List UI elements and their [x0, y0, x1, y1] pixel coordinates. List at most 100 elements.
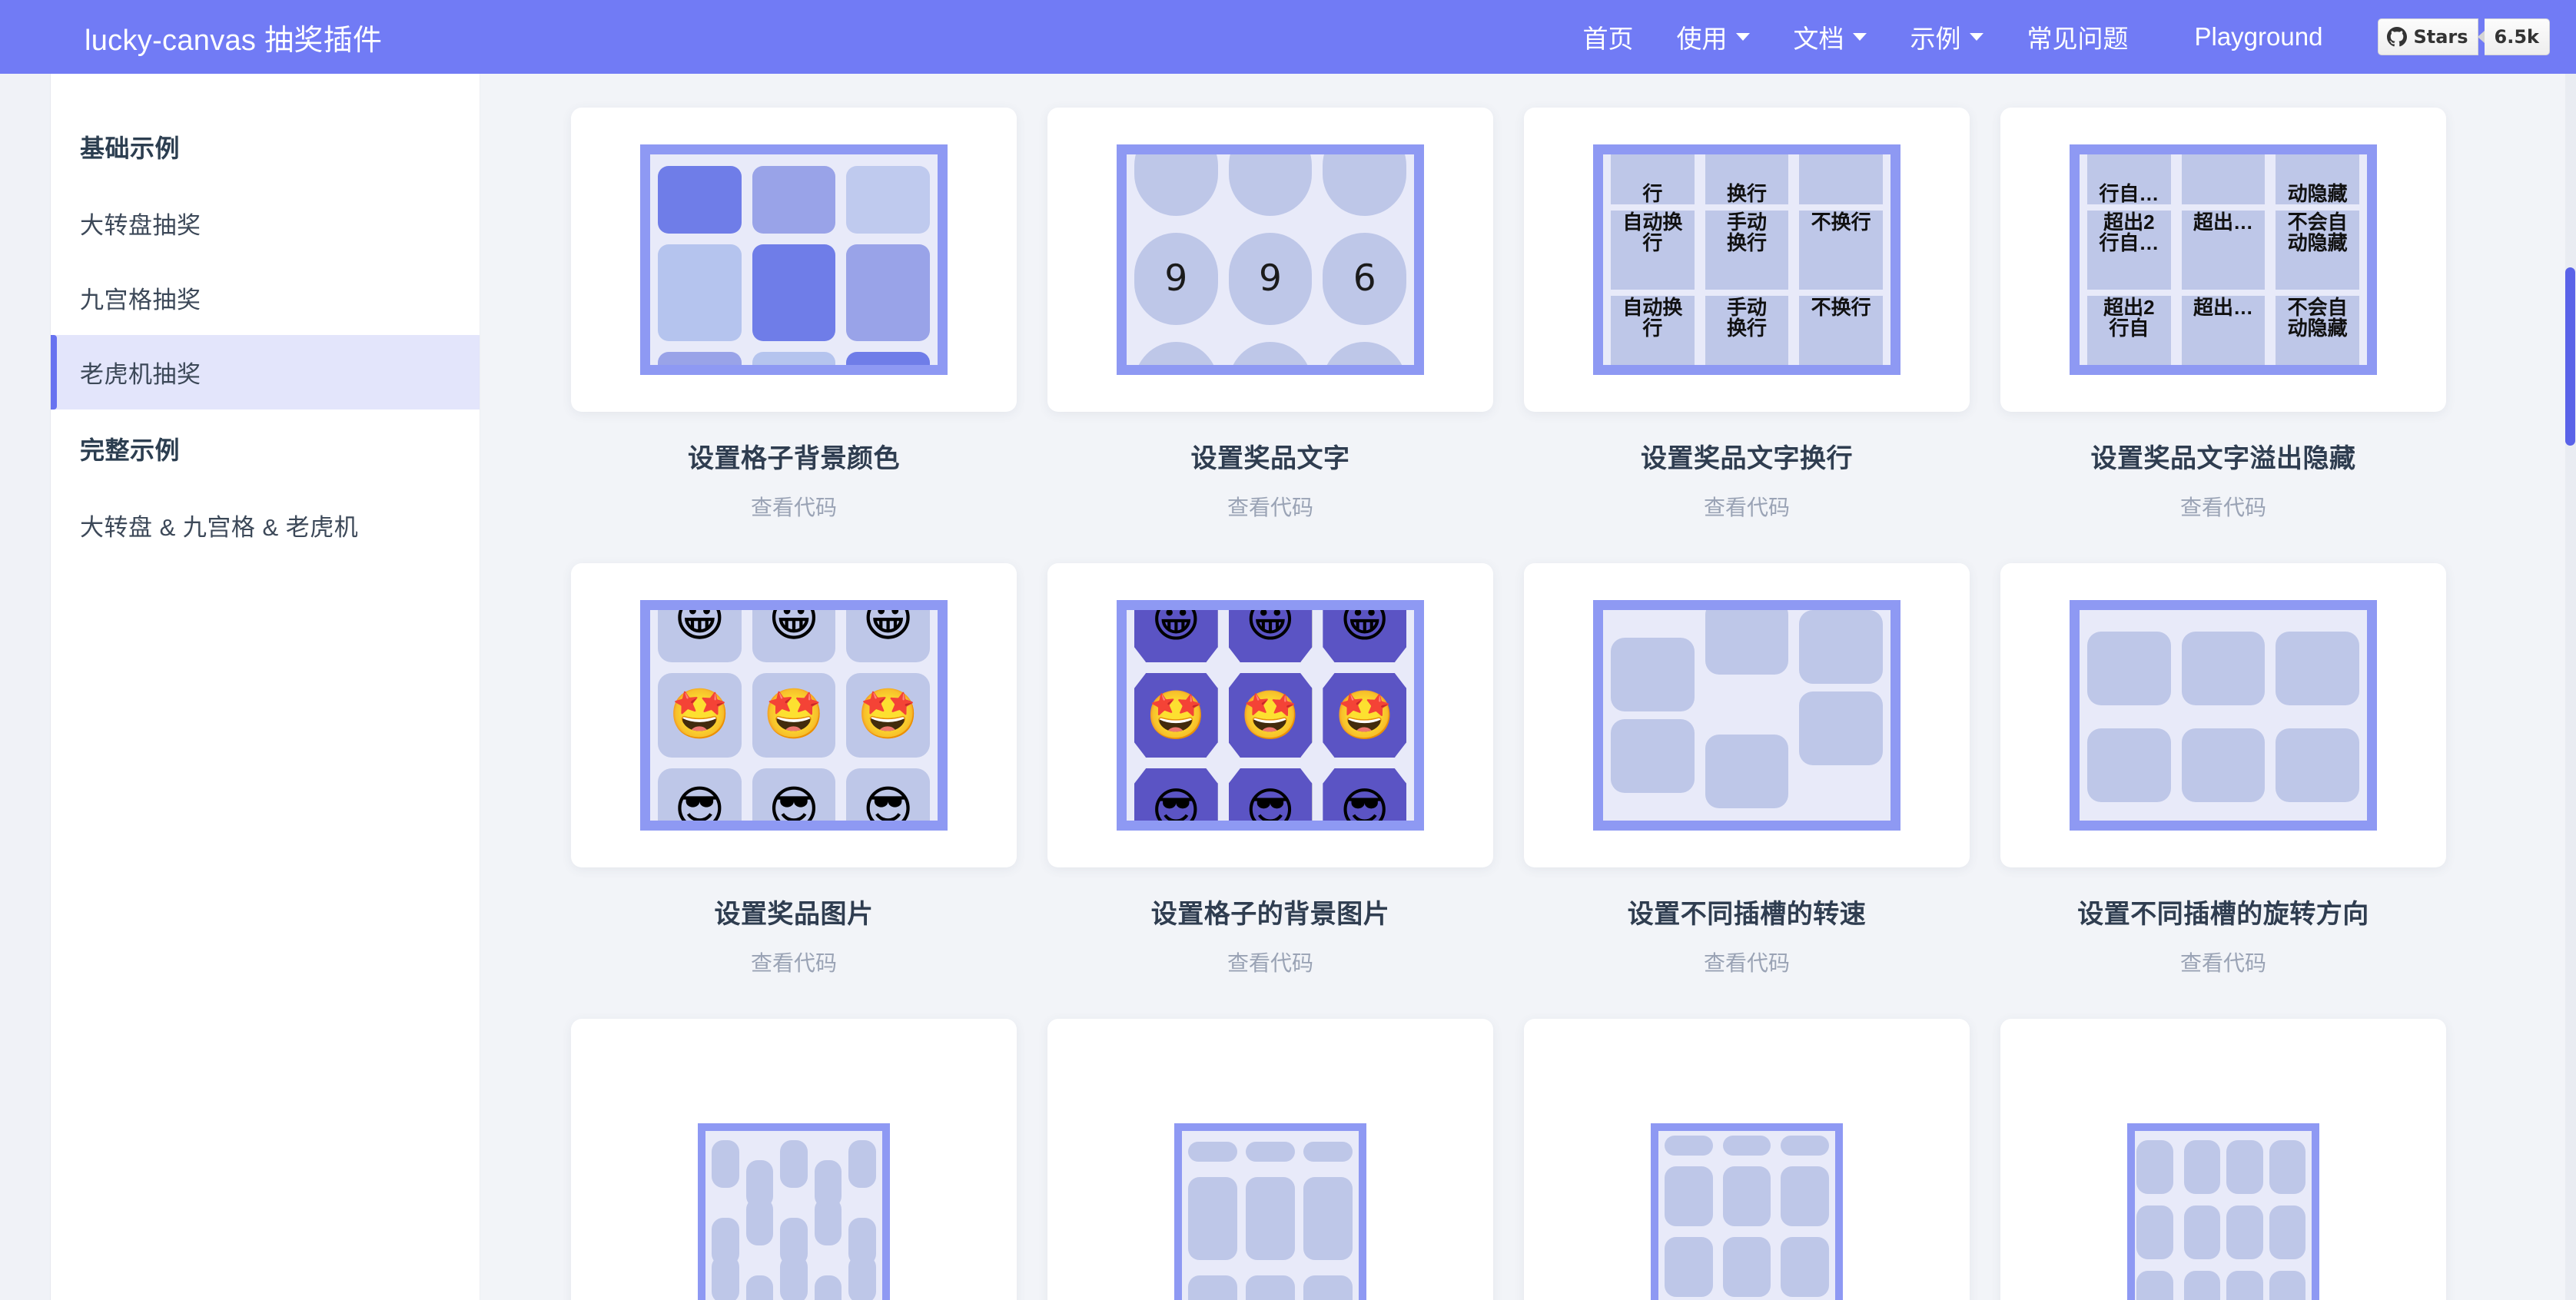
- example-card[interactable]: 设置格子背景颜色 查看代码: [571, 108, 1017, 522]
- view-code-link[interactable]: 查看代码: [2000, 947, 2446, 977]
- slot-cell: [780, 1218, 808, 1265]
- slot-cell: [1228, 154, 1313, 216]
- sidebar-item-grid[interactable]: 九宫格抽奖: [51, 260, 480, 335]
- slot-cell: [658, 352, 742, 365]
- slot-cells: [2135, 1140, 2312, 1300]
- slot-cells: 行 换行 自动换 行 手动 换行 不换行 自动换 行 手动 换行 不换行: [1603, 154, 1891, 365]
- slot-cell-star-eyes-icon: 🤩: [1134, 673, 1218, 758]
- nav-item-docs[interactable]: 文档: [1771, 0, 1888, 74]
- slot-cell: [1722, 1237, 1771, 1297]
- card-title: 设置格子背景颜色: [688, 444, 900, 473]
- nav-item-examples[interactable]: 示例: [1888, 0, 2005, 74]
- nav-item-label: 首页: [1582, 25, 1634, 53]
- example-card[interactable]: 9 9 6 设置奖品文字 查看代码: [1047, 108, 1493, 522]
- slot-machine-preview: 行自… 动隐藏 超出2 行自… 超出… 不会自 动隐藏 超出2 行自 超出… 不…: [2070, 144, 2377, 375]
- slot-inner: [1182, 1131, 1359, 1300]
- example-card[interactable]: 行自… 动隐藏 超出2 行自… 超出… 不会自 动隐藏 超出2 行自 超出… 不…: [2000, 108, 2446, 522]
- slot-cell: [2183, 1271, 2220, 1300]
- card-preview[interactable]: 行 换行 自动换 行 手动 换行 不换行 自动换 行 手动 换行 不换行: [1524, 108, 1970, 412]
- slot-cell: [814, 1160, 842, 1208]
- slot-cell: [1303, 1142, 1353, 1162]
- slot-inner: 行 换行 自动换 行 手动 换行 不换行 自动换 行 手动 换行 不换行: [1603, 154, 1891, 365]
- nav-item-home[interactable]: 首页: [1561, 0, 1655, 74]
- card-preview[interactable]: [1524, 563, 1970, 867]
- example-card[interactable]: 😀 😀 😀 🤩 🤩 🤩 😎 😎 😎: [571, 563, 1017, 977]
- github-stars-button[interactable]: Stars: [2378, 18, 2478, 55]
- slot-cells: 😀 😀 😀 🤩 🤩 🤩 😎 😎 😎: [650, 610, 938, 821]
- slot-cell-sunglasses-icon: 😎: [1134, 768, 1218, 821]
- view-code-link[interactable]: 查看代码: [1047, 947, 1493, 977]
- card-title: 设置不同插槽的转速: [1627, 900, 1867, 929]
- example-card[interactable]: [1524, 1019, 1970, 1300]
- slot-cell: [1246, 1275, 1295, 1300]
- slot-cell: [2183, 1205, 2220, 1259]
- view-code-link[interactable]: 查看代码: [571, 491, 1017, 522]
- example-card[interactable]: [1047, 1019, 1493, 1300]
- slot-cell: [1611, 638, 1695, 711]
- card-preview[interactable]: 行自… 动隐藏 超出2 行自… 超出… 不会自 动隐藏 超出2 行自 超出… 不…: [2000, 108, 2446, 412]
- slot-machine-preview: [640, 144, 948, 375]
- slot-cell-sunglasses-icon: 😎: [846, 768, 930, 821]
- slot-cell-sunglasses-icon: 😎: [752, 768, 836, 821]
- slot-cell-sunglasses-icon: 😎: [658, 768, 742, 821]
- github-stars-badge[interactable]: Stars 6.5k: [2378, 18, 2550, 55]
- card-preview[interactable]: 😀 😀 😀 🤩 🤩 🤩 😎 😎 😎: [571, 563, 1017, 867]
- card-preview[interactable]: [2000, 1019, 2446, 1300]
- sidebar-item-slot-machine[interactable]: 老虎机抽奖: [51, 335, 480, 410]
- slot-machine-preview: [1174, 1123, 1366, 1300]
- example-card[interactable]: 设置不同插槽的转速 查看代码: [1524, 563, 1970, 977]
- example-card[interactable]: [571, 1019, 1017, 1300]
- slot-machine-preview: 😀 😀 😀 🤩 🤩 🤩 😎 😎 😎: [640, 600, 948, 831]
- card-preview[interactable]: [571, 108, 1017, 412]
- card-preview[interactable]: 😀 😀 😀 🤩 🤩 🤩 😎 😎 😎: [1047, 563, 1493, 867]
- view-code-link[interactable]: 查看代码: [1524, 491, 1970, 522]
- slot-cell: [2276, 632, 2359, 705]
- example-card[interactable]: 行 换行 自动换 行 手动 换行 不换行 自动换 行 手动 换行 不换行 设置奖…: [1524, 108, 1970, 522]
- slot-cell: [1188, 1177, 1237, 1260]
- card-preview[interactable]: 9 9 6: [1047, 108, 1493, 412]
- nav-item-usage[interactable]: 使用: [1655, 0, 1771, 74]
- slot-machine-preview: [1651, 1123, 1843, 1300]
- slot-cell-smile-icon: 😀: [1323, 610, 1406, 662]
- slot-cell: 9: [1228, 233, 1313, 325]
- view-code-link[interactable]: 查看代码: [571, 947, 1017, 977]
- card-preview[interactable]: [1524, 1019, 1970, 1300]
- slot-cell: 手动 换行: [1705, 296, 1789, 365]
- slot-cell-smile-icon: 😀: [1228, 610, 1313, 662]
- nav-item-faq[interactable]: 常见问题: [2005, 0, 2149, 74]
- slot-cell-star-eyes-icon: 🤩: [752, 673, 836, 758]
- brand-title[interactable]: lucky-canvas 抽奖插件: [85, 16, 382, 58]
- card-preview[interactable]: [1047, 1019, 1493, 1300]
- card-preview[interactable]: [2000, 563, 2446, 867]
- slot-cell: [2136, 1271, 2173, 1300]
- page-scrollbar-thumb[interactable]: [2565, 267, 2575, 446]
- github-stars-count[interactable]: 6.5k: [2477, 18, 2550, 55]
- slot-inner: [2135, 1131, 2312, 1300]
- sidebar-item-label: 九宫格抽奖: [80, 287, 201, 313]
- nav-item-playground[interactable]: Playground: [2173, 0, 2344, 74]
- example-card[interactable]: [2000, 1019, 2446, 1300]
- slot-cell-star-eyes-icon: 🤩: [1228, 673, 1313, 758]
- view-code-link[interactable]: 查看代码: [1047, 491, 1493, 522]
- slot-cell: [1246, 1142, 1295, 1162]
- slot-cell: [2226, 1205, 2263, 1259]
- page-scrollbar-track[interactable]: [2565, 74, 2576, 1300]
- view-code-link[interactable]: 查看代码: [1524, 947, 1970, 977]
- slot-machine-preview: [2127, 1123, 2319, 1300]
- slot-cell: [846, 166, 930, 234]
- sidebar-item-all-in-one[interactable]: 大转盘 & 九宫格 & 老虎机: [51, 488, 480, 562]
- view-code-link[interactable]: 查看代码: [2000, 491, 2446, 522]
- sidebar-item-wheel[interactable]: 大转盘抽奖: [51, 186, 480, 260]
- slot-cells: 9 9 6: [1127, 154, 1414, 365]
- sidebar-item-label: 大转盘抽奖: [80, 212, 201, 239]
- slot-cell: [2269, 1271, 2305, 1300]
- sidebar: 基础示例 大转盘抽奖 九宫格抽奖 老虎机抽奖 完整示例 大转盘 & 九宫格 & …: [51, 74, 480, 1300]
- github-icon: [2387, 27, 2408, 47]
- example-card[interactable]: 😀 😀 😀 🤩 🤩 🤩 😎 😎 😎: [1047, 563, 1493, 977]
- example-card[interactable]: 设置不同插槽的旋转方向 查看代码: [2000, 563, 2446, 977]
- card-preview[interactable]: [571, 1019, 1017, 1300]
- slot-cell: [1722, 1136, 1771, 1156]
- slot-cell: [1799, 610, 1883, 684]
- card-title: 设置格子的背景图片: [1150, 900, 1390, 929]
- left-gutter: [0, 74, 51, 1300]
